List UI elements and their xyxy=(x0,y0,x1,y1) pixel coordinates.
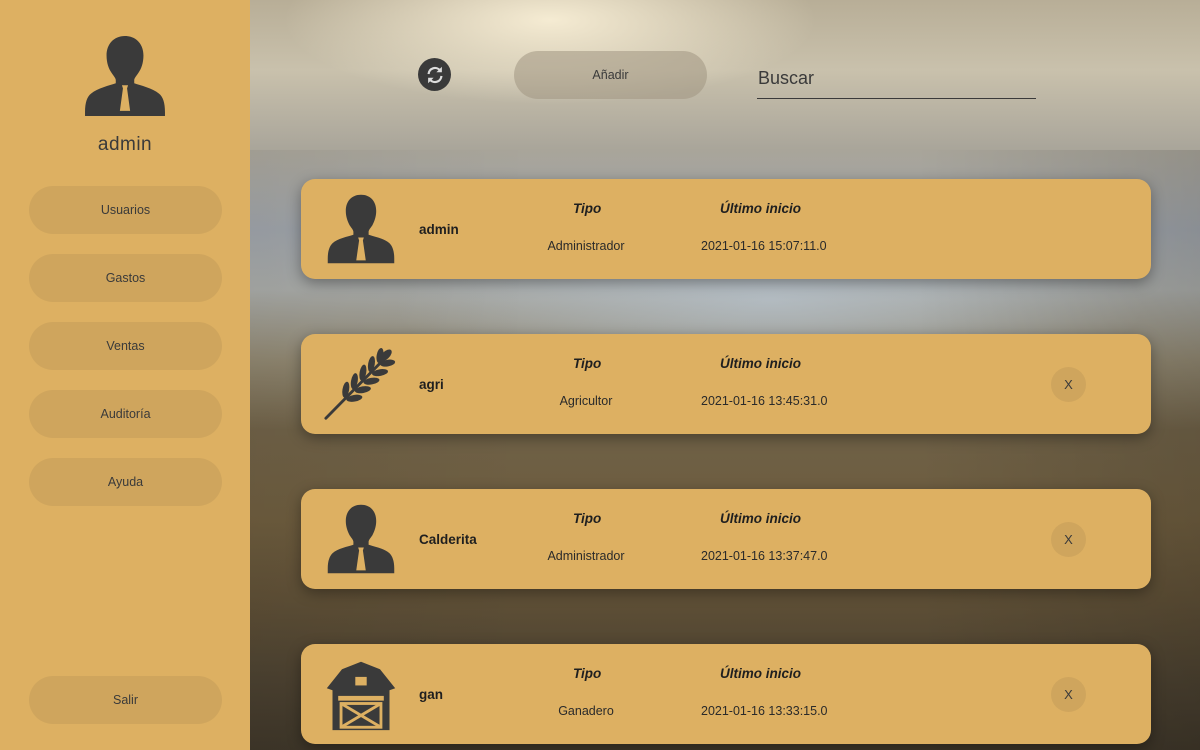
refresh-icon xyxy=(426,66,443,83)
wheat-icon xyxy=(324,347,396,420)
user-ultimo-inicio: 2021-01-16 13:33:15.0 xyxy=(701,704,828,718)
user-name: Calderita xyxy=(419,532,477,547)
user-name: agri xyxy=(419,377,444,392)
ultimo-inicio-label: Último inicio xyxy=(720,666,801,681)
sidebar: admin Usuarios Gastos Ventas Auditoría A… xyxy=(0,0,250,750)
nav-ayuda-button[interactable]: Ayuda xyxy=(29,458,222,506)
user-card: admin Tipo Último inicio Administrador 2… xyxy=(301,179,1151,279)
user-ultimo-inicio: 2021-01-16 15:07:11.0 xyxy=(701,239,827,253)
ultimo-inicio-label: Último inicio xyxy=(720,356,801,371)
user-avatar-icon xyxy=(85,36,165,116)
user-card: gan Tipo Último inicio Ganadero 2021-01-… xyxy=(301,644,1151,744)
nav-ventas-button[interactable]: Ventas xyxy=(29,322,222,370)
user-name: gan xyxy=(419,687,444,702)
user-card: Calderita Tipo Último inicio Administrad… xyxy=(301,489,1151,589)
user-tipo: Agricultor xyxy=(559,394,613,408)
person-icon xyxy=(327,194,395,264)
barn-icon xyxy=(326,661,396,731)
user-name: admin xyxy=(419,222,459,237)
tipo-label: Tipo xyxy=(573,356,602,371)
nav-gastos-button[interactable]: Gastos xyxy=(29,254,222,302)
tipo-label: Tipo xyxy=(573,511,602,526)
nav-auditoria-button[interactable]: Auditoría xyxy=(29,390,222,438)
refresh-button[interactable] xyxy=(418,58,451,91)
delete-user-button[interactable]: X xyxy=(1051,367,1086,402)
delete-user-button[interactable]: X xyxy=(1051,677,1086,712)
user-tipo: Ganadero xyxy=(558,704,614,718)
ultimo-inicio-label: Último inicio xyxy=(720,511,801,526)
user-tipo: Administrador xyxy=(547,549,625,563)
user-ultimo-inicio: 2021-01-16 13:45:31.0 xyxy=(701,394,828,408)
delete-user-button[interactable]: X xyxy=(1051,522,1086,557)
add-user-button[interactable]: Añadir xyxy=(514,51,707,99)
user-ultimo-inicio: 2021-01-16 13:37:47.0 xyxy=(701,549,828,563)
logout-button[interactable]: Salir xyxy=(29,676,222,724)
tipo-label: Tipo xyxy=(573,201,602,216)
person-icon xyxy=(327,504,395,574)
user-card: agri Tipo Último inicio Agricultor 2021-… xyxy=(301,334,1151,434)
user-tipo: Administrador xyxy=(547,239,625,253)
sidebar-username: admin xyxy=(97,134,153,155)
search-input[interactable] xyxy=(757,58,1036,99)
nav-usuarios-button[interactable]: Usuarios xyxy=(29,186,222,234)
tipo-label: Tipo xyxy=(573,666,602,681)
ultimo-inicio-label: Último inicio xyxy=(720,201,801,216)
